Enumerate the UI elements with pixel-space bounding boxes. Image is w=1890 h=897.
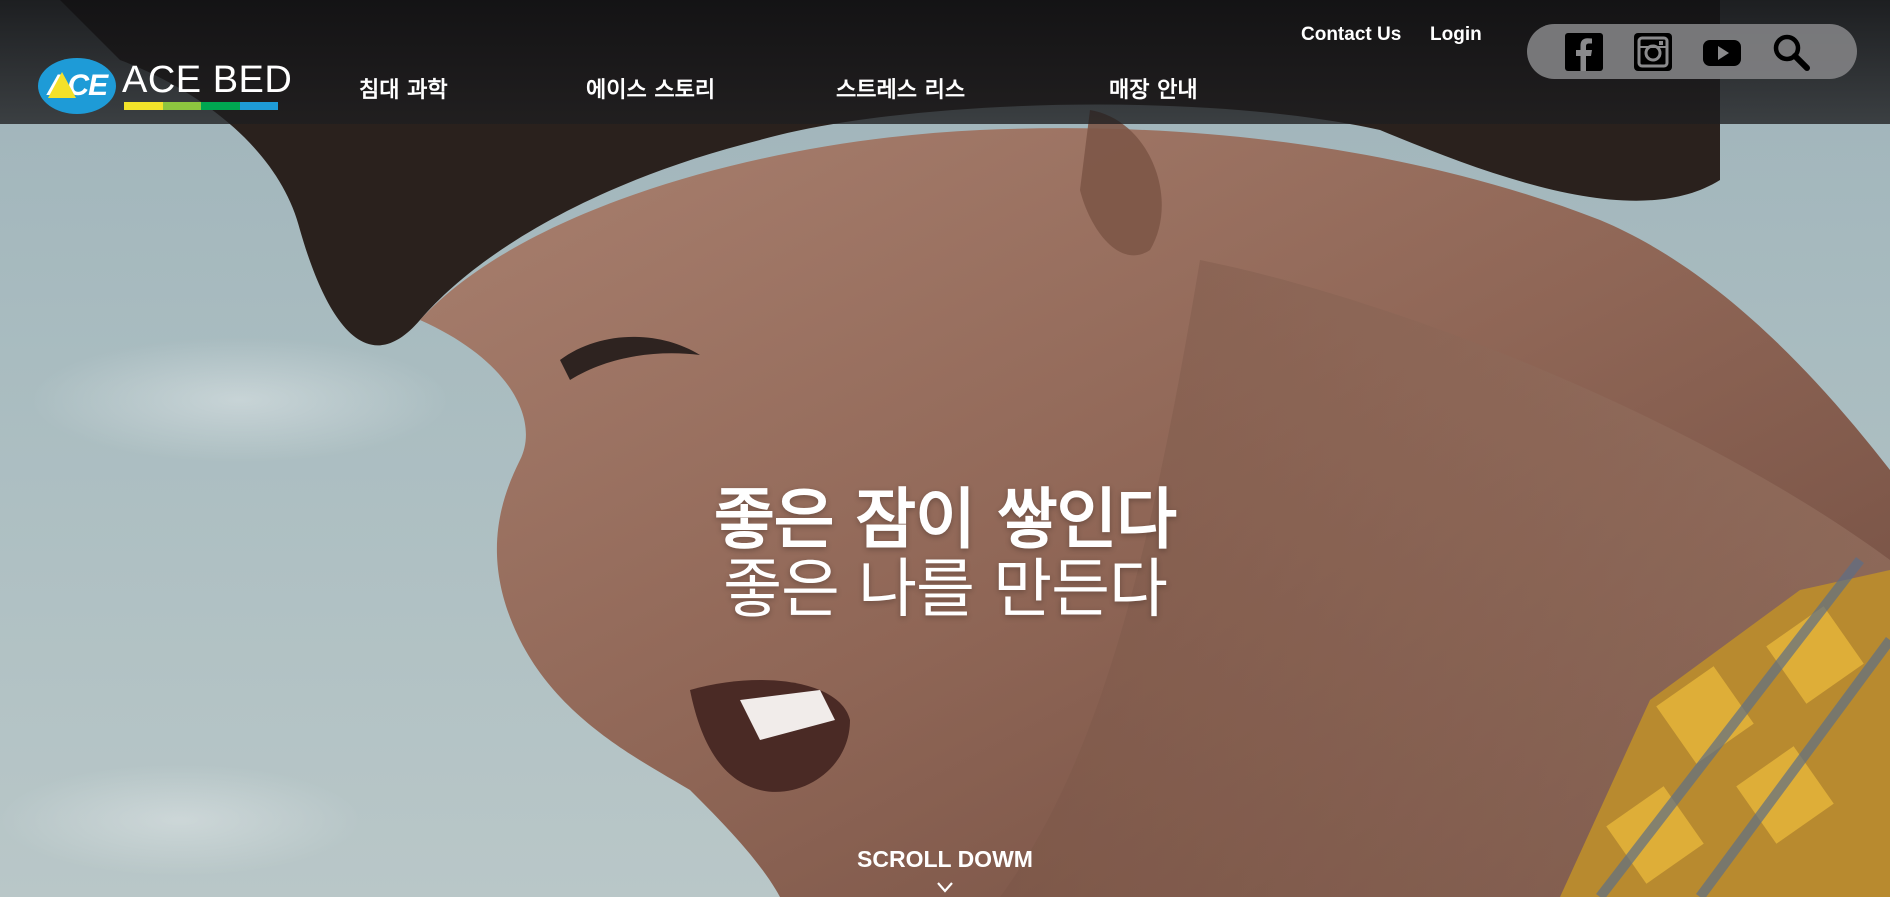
logo-bar-blue <box>239 102 278 110</box>
facebook-icon[interactable] <box>1565 33 1603 71</box>
logo-bar-green <box>162 102 201 110</box>
nav-item-bed-science[interactable]: 침대 과학 <box>359 72 448 104</box>
contact-us-link[interactable]: Contact Us <box>1301 24 1401 46</box>
nav-item-store-info[interactable]: 매장 안내 <box>1109 72 1198 104</box>
logo-mark: ACE <box>38 58 116 114</box>
hero-illustration <box>60 0 1890 897</box>
site-header: ACE ACE BED 침대 과학 에이스 스토리 스트레스 리스 매장 안내 … <box>0 0 1890 124</box>
logo-bar-yellow <box>124 102 163 110</box>
hero-headline-secondary: 좋은 나를 만든다 <box>723 553 1168 627</box>
site-logo[interactable]: ACE ACE BED <box>38 58 292 116</box>
social-bar <box>1527 24 1857 79</box>
login-link[interactable]: Login <box>1430 24 1482 46</box>
youtube-icon[interactable] <box>1703 33 1741 71</box>
chevron-down-icon[interactable] <box>936 880 954 894</box>
nav-item-stressless[interactable]: 스트레스 리스 <box>836 72 965 104</box>
scroll-down-label[interactable]: SCROLL DOWM <box>0 846 1890 873</box>
logo-wordmark: ACE BED <box>122 59 293 101</box>
logo-color-bar <box>124 102 278 110</box>
logo-bar-darkgreen <box>201 102 240 110</box>
nav-item-ace-story[interactable]: 에이스 스토리 <box>586 72 715 104</box>
search-icon[interactable] <box>1772 33 1810 71</box>
logo-triangle <box>48 72 76 98</box>
hero-video-background <box>0 0 1890 897</box>
instagram-icon[interactable] <box>1634 33 1672 71</box>
